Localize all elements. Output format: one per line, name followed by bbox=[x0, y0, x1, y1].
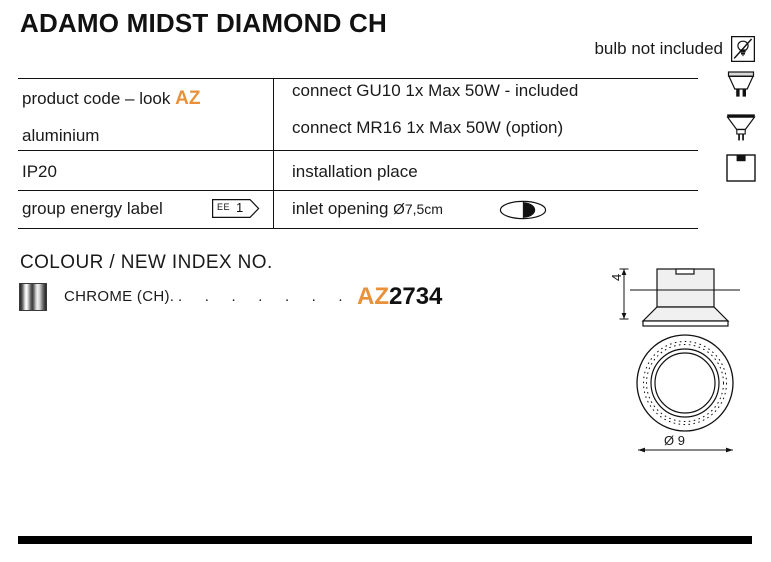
material-label: aluminium bbox=[22, 126, 100, 145]
connect-gu10-label: connect GU10 1x Max 50W - included bbox=[292, 81, 579, 100]
diameter-symbol: Ø bbox=[393, 201, 405, 218]
connect-mr16-label: connect MR16 1x Max 50W (option) bbox=[292, 118, 564, 137]
inlet-opening-icon bbox=[499, 200, 547, 225]
chrome-gradient-swatch bbox=[19, 283, 47, 311]
energy-label-label: group energy label bbox=[22, 199, 163, 218]
bottom-bar bbox=[18, 536, 752, 544]
index-code-prefix: AZ bbox=[357, 283, 389, 310]
bulb-crossed-out-icon bbox=[730, 35, 756, 63]
bulb-not-included-label: bulb not included bbox=[594, 39, 723, 58]
inlet-opening-dimension: 7,5cm bbox=[404, 201, 443, 217]
page-title: ADAMO MIDST DIAMOND CH bbox=[20, 8, 387, 38]
mr16-lamp-icon bbox=[722, 112, 760, 149]
product-code-value: AZ bbox=[175, 88, 201, 109]
diameter-dimension-label: Ø 9 bbox=[664, 433, 685, 448]
left-divider-2 bbox=[18, 190, 273, 191]
technical-drawing bbox=[600, 255, 771, 460]
product-spec-sheet: ADAMO MIDST DIAMOND CH bulb not included bbox=[0, 0, 771, 562]
colour-section-heading: COLOUR / NEW INDEX NO. bbox=[20, 252, 273, 273]
energy-label-badge-number: 1 bbox=[236, 200, 244, 215]
energy-label-badge-ee: EE bbox=[217, 202, 231, 212]
right-divider-1 bbox=[273, 150, 698, 151]
inlet-opening-label: inlet opening bbox=[292, 199, 394, 218]
table-border-bottom bbox=[18, 228, 698, 229]
ip-rating-label: IP20 bbox=[22, 162, 57, 181]
gu10-lamp-icon bbox=[722, 70, 760, 107]
table-column-divider bbox=[273, 78, 274, 228]
right-divider-2 bbox=[273, 190, 698, 191]
left-divider-1 bbox=[18, 150, 273, 151]
index-code: AZ2734 bbox=[357, 283, 442, 311]
product-code-label: product code – look bbox=[22, 89, 176, 108]
leader-dots: . . . . . . . . . . . . . . bbox=[178, 288, 350, 305]
recessed-ceiling-icon bbox=[726, 154, 758, 189]
energy-label-badge: EE 1 bbox=[212, 199, 260, 218]
height-dimension-label: 4 bbox=[609, 273, 624, 281]
installation-place-label: installation place bbox=[292, 162, 418, 181]
table-border-top bbox=[18, 78, 698, 79]
inlet-opening-row: inlet opening Ø7,5cm bbox=[292, 199, 443, 219]
index-code-number: 2734 bbox=[389, 283, 443, 310]
product-code-row: product code – look AZ bbox=[22, 88, 200, 110]
colour-name-label: CHROME (CH). bbox=[64, 288, 175, 305]
